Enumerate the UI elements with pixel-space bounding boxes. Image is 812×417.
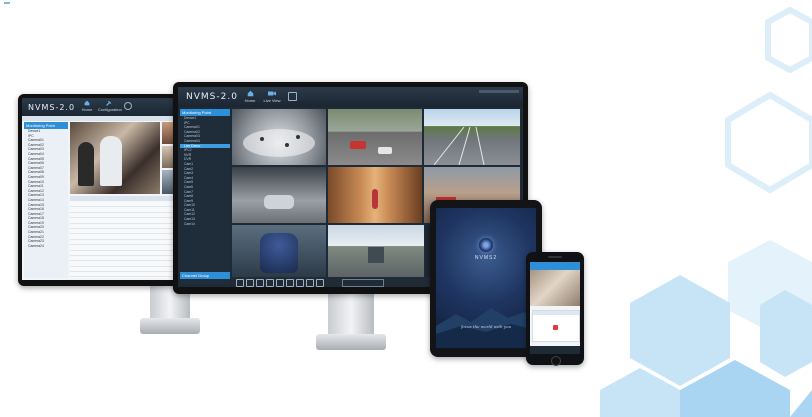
record-icon[interactable] bbox=[296, 279, 304, 287]
corner-mark bbox=[4, 2, 10, 9]
video-tile-bluecar[interactable] bbox=[232, 225, 326, 277]
left-video-main[interactable] bbox=[70, 122, 160, 194]
audio-icon[interactable] bbox=[316, 279, 324, 287]
nvms2-logo-icon bbox=[479, 238, 493, 252]
person-figure bbox=[372, 189, 378, 209]
video-tile-lobby[interactable] bbox=[328, 167, 422, 223]
highway-lanes bbox=[433, 126, 485, 165]
main-monitor-stand-base bbox=[316, 334, 386, 350]
tablet-app-name: NVMS2 bbox=[474, 255, 498, 261]
stop-all-icon[interactable] bbox=[306, 279, 314, 287]
table-header bbox=[70, 196, 182, 201]
phone-video-view[interactable] bbox=[530, 270, 580, 306]
layout-9-icon[interactable] bbox=[256, 279, 264, 287]
video-tile-road[interactable] bbox=[328, 225, 424, 277]
phone-device bbox=[526, 252, 584, 366]
tools-icon bbox=[106, 100, 112, 106]
person-figure bbox=[78, 142, 94, 186]
bus-shape bbox=[368, 247, 384, 263]
left-configuration-label: Configuration bbox=[98, 107, 122, 112]
left-monitor: NVMS-2.0 Home Configuration Monitoring P… bbox=[18, 94, 188, 286]
layout-1-icon[interactable] bbox=[236, 279, 244, 287]
hexagon-outline bbox=[725, 6, 812, 194]
main-liveview-label: Live View bbox=[263, 98, 281, 103]
layout-4-icon[interactable] bbox=[246, 279, 254, 287]
main-home-label: Home bbox=[244, 98, 256, 103]
phone-screen bbox=[530, 262, 580, 354]
left-app-brand: NVMS-2.0 bbox=[28, 103, 76, 112]
table-rows bbox=[70, 202, 182, 278]
calendar-header bbox=[533, 311, 579, 315]
car-shape bbox=[264, 195, 294, 209]
mountain-silhouette bbox=[436, 308, 536, 348]
red-car bbox=[350, 141, 366, 149]
video-tile-street[interactable] bbox=[328, 109, 422, 165]
person-figure bbox=[100, 136, 122, 186]
white-car bbox=[378, 147, 392, 154]
layout-16-icon[interactable] bbox=[266, 279, 274, 287]
left-configuration-button[interactable]: Configuration bbox=[98, 100, 122, 112]
home-icon bbox=[247, 90, 253, 97]
phone-home-button[interactable] bbox=[551, 356, 561, 366]
left-app-header: NVMS-2.0 Home Configuration bbox=[22, 98, 184, 116]
left-tree-item[interactable]: Camera24 bbox=[24, 244, 68, 249]
phone-speaker bbox=[548, 256, 562, 258]
tablet-tagline: focus the world with you bbox=[460, 324, 512, 329]
home-icon bbox=[84, 100, 90, 106]
main-monitor-stand-neck bbox=[328, 292, 374, 336]
left-sidebar-title: Monitoring Point bbox=[24, 122, 68, 129]
main-sidebar-footer: Channel Group bbox=[180, 272, 230, 279]
snapshot-icon[interactable] bbox=[286, 279, 294, 287]
left-home-label: Home bbox=[81, 107, 93, 112]
main-liveview-button[interactable]: Live View bbox=[262, 90, 282, 103]
left-monitor-stand-base bbox=[140, 318, 200, 334]
left-home-button[interactable]: Home bbox=[80, 100, 94, 112]
main-home-button[interactable]: Home bbox=[242, 90, 258, 103]
main-sidebar: Monitoring Point Device1 IPC Camera01 Camer… bbox=[180, 109, 230, 285]
mall-floor bbox=[243, 129, 315, 157]
main-app-brand: NVMS-2.0 bbox=[186, 92, 238, 102]
table-row[interactable] bbox=[70, 277, 182, 278]
tablet-screen: NVMS2 focus the world with you bbox=[436, 208, 536, 348]
left-add-tab-icon[interactable] bbox=[124, 102, 132, 110]
status-field[interactable] bbox=[342, 279, 384, 287]
phone-app-header bbox=[530, 262, 580, 270]
left-tab-bar bbox=[22, 116, 184, 121]
camera-icon bbox=[268, 91, 276, 96]
phone-tab-bar bbox=[530, 346, 580, 354]
add-tab-icon[interactable] bbox=[288, 92, 297, 101]
left-device-tree: Device1 IPC Camera01 Camera02 Camera03 Camera… bbox=[24, 129, 68, 248]
left-sidebar: Monitoring Point Device1 IPC Camera01 Camer… bbox=[24, 122, 68, 278]
video-tile-mall[interactable] bbox=[232, 109, 326, 165]
main-app-header: NVMS-2.0 Home Live View bbox=[178, 87, 523, 107]
video-tile-parking[interactable] bbox=[232, 167, 326, 223]
blue-car bbox=[260, 233, 298, 273]
video-tile-highway[interactable] bbox=[424, 109, 520, 165]
left-record-table bbox=[70, 196, 182, 278]
main-device-tree: Device1 IPC Camera01 Camera02 Camera03 Camera… bbox=[180, 116, 230, 226]
main-sidebar-title: Monitoring Point bbox=[180, 109, 230, 116]
fullscreen-icon[interactable] bbox=[276, 279, 284, 287]
window-controls[interactable] bbox=[479, 90, 519, 93]
main-tree-item[interactable]: Cam14 bbox=[180, 222, 230, 227]
selected-date[interactable] bbox=[553, 325, 558, 330]
left-monitor-screen: NVMS-2.0 Home Configuration Monitoring P… bbox=[22, 98, 184, 280]
phone-calendar[interactable] bbox=[532, 310, 580, 342]
